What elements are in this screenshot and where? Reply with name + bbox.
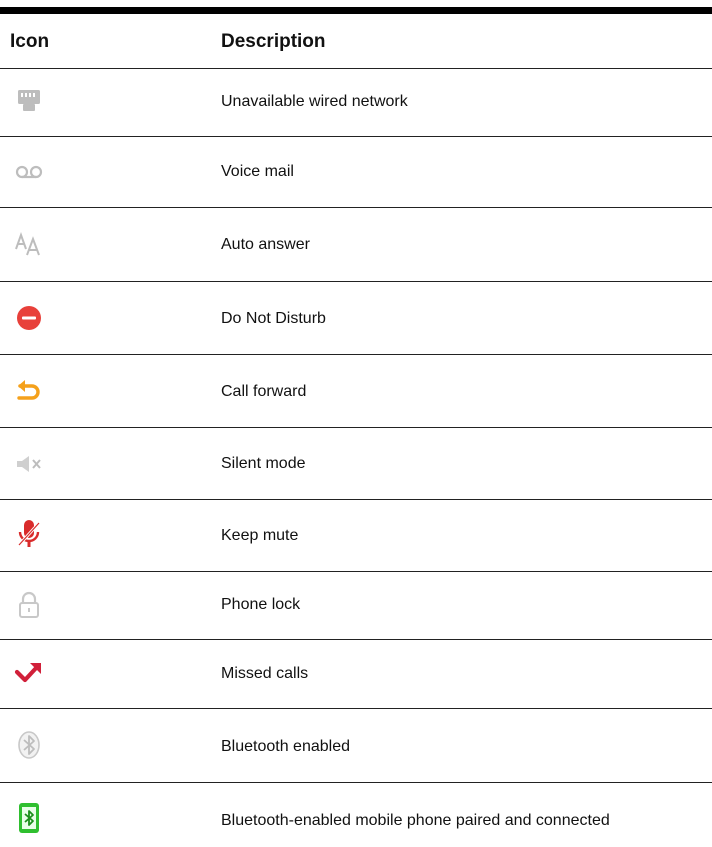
header-icon: Icon — [10, 31, 50, 52]
row-description: Silent mode — [221, 455, 306, 472]
row-description: Call forward — [221, 383, 307, 400]
voicemail-icon — [14, 157, 44, 187]
icon-table-page: Icon Description Unavailable wired netwo… — [0, 0, 712, 847]
table-top-rule — [0, 7, 712, 14]
table-row: Missed calls — [0, 640, 712, 708]
table-row: Bluetooth-enabled mobile phone paired an… — [0, 783, 712, 847]
keep-mute-icon — [14, 519, 44, 549]
row-description: Keep mute — [221, 527, 299, 544]
row-description: Do Not Disturb — [221, 310, 326, 327]
bluetooth-enabled-icon — [14, 730, 44, 760]
auto-answer-icon — [14, 229, 44, 259]
phone-lock-icon — [14, 590, 44, 620]
row-description: Phone lock — [221, 596, 301, 613]
bluetooth-phone-connected-icon — [14, 803, 44, 833]
table-row: Auto answer — [0, 208, 712, 281]
table-row: Do Not Disturb — [0, 282, 712, 354]
row-description: Bluetooth-enabled mobile phone paired an… — [221, 812, 610, 829]
table-header: Icon Description — [0, 14, 712, 68]
table-row: Silent mode — [0, 428, 712, 499]
wired-network-unavailable-icon — [14, 86, 44, 116]
missed-calls-icon — [14, 658, 44, 688]
table-row: Keep mute — [0, 500, 712, 571]
table-row: Voice mail — [0, 137, 712, 207]
do-not-disturb-icon — [14, 303, 44, 333]
row-description: Missed calls — [221, 665, 309, 682]
row-description: Unavailable wired network — [221, 93, 408, 110]
table-row: Bluetooth enabled — [0, 709, 712, 782]
table-row: Call forward — [0, 355, 712, 427]
table-row: Unavailable wired network — [0, 69, 712, 136]
row-description: Auto answer — [221, 236, 310, 253]
silent-mode-icon — [14, 449, 44, 479]
row-description: Voice mail — [221, 163, 294, 180]
row-description: Bluetooth enabled — [221, 738, 350, 755]
table-row: Phone lock — [0, 572, 712, 639]
header-description: Description — [221, 31, 326, 52]
call-forward-icon — [14, 376, 44, 406]
